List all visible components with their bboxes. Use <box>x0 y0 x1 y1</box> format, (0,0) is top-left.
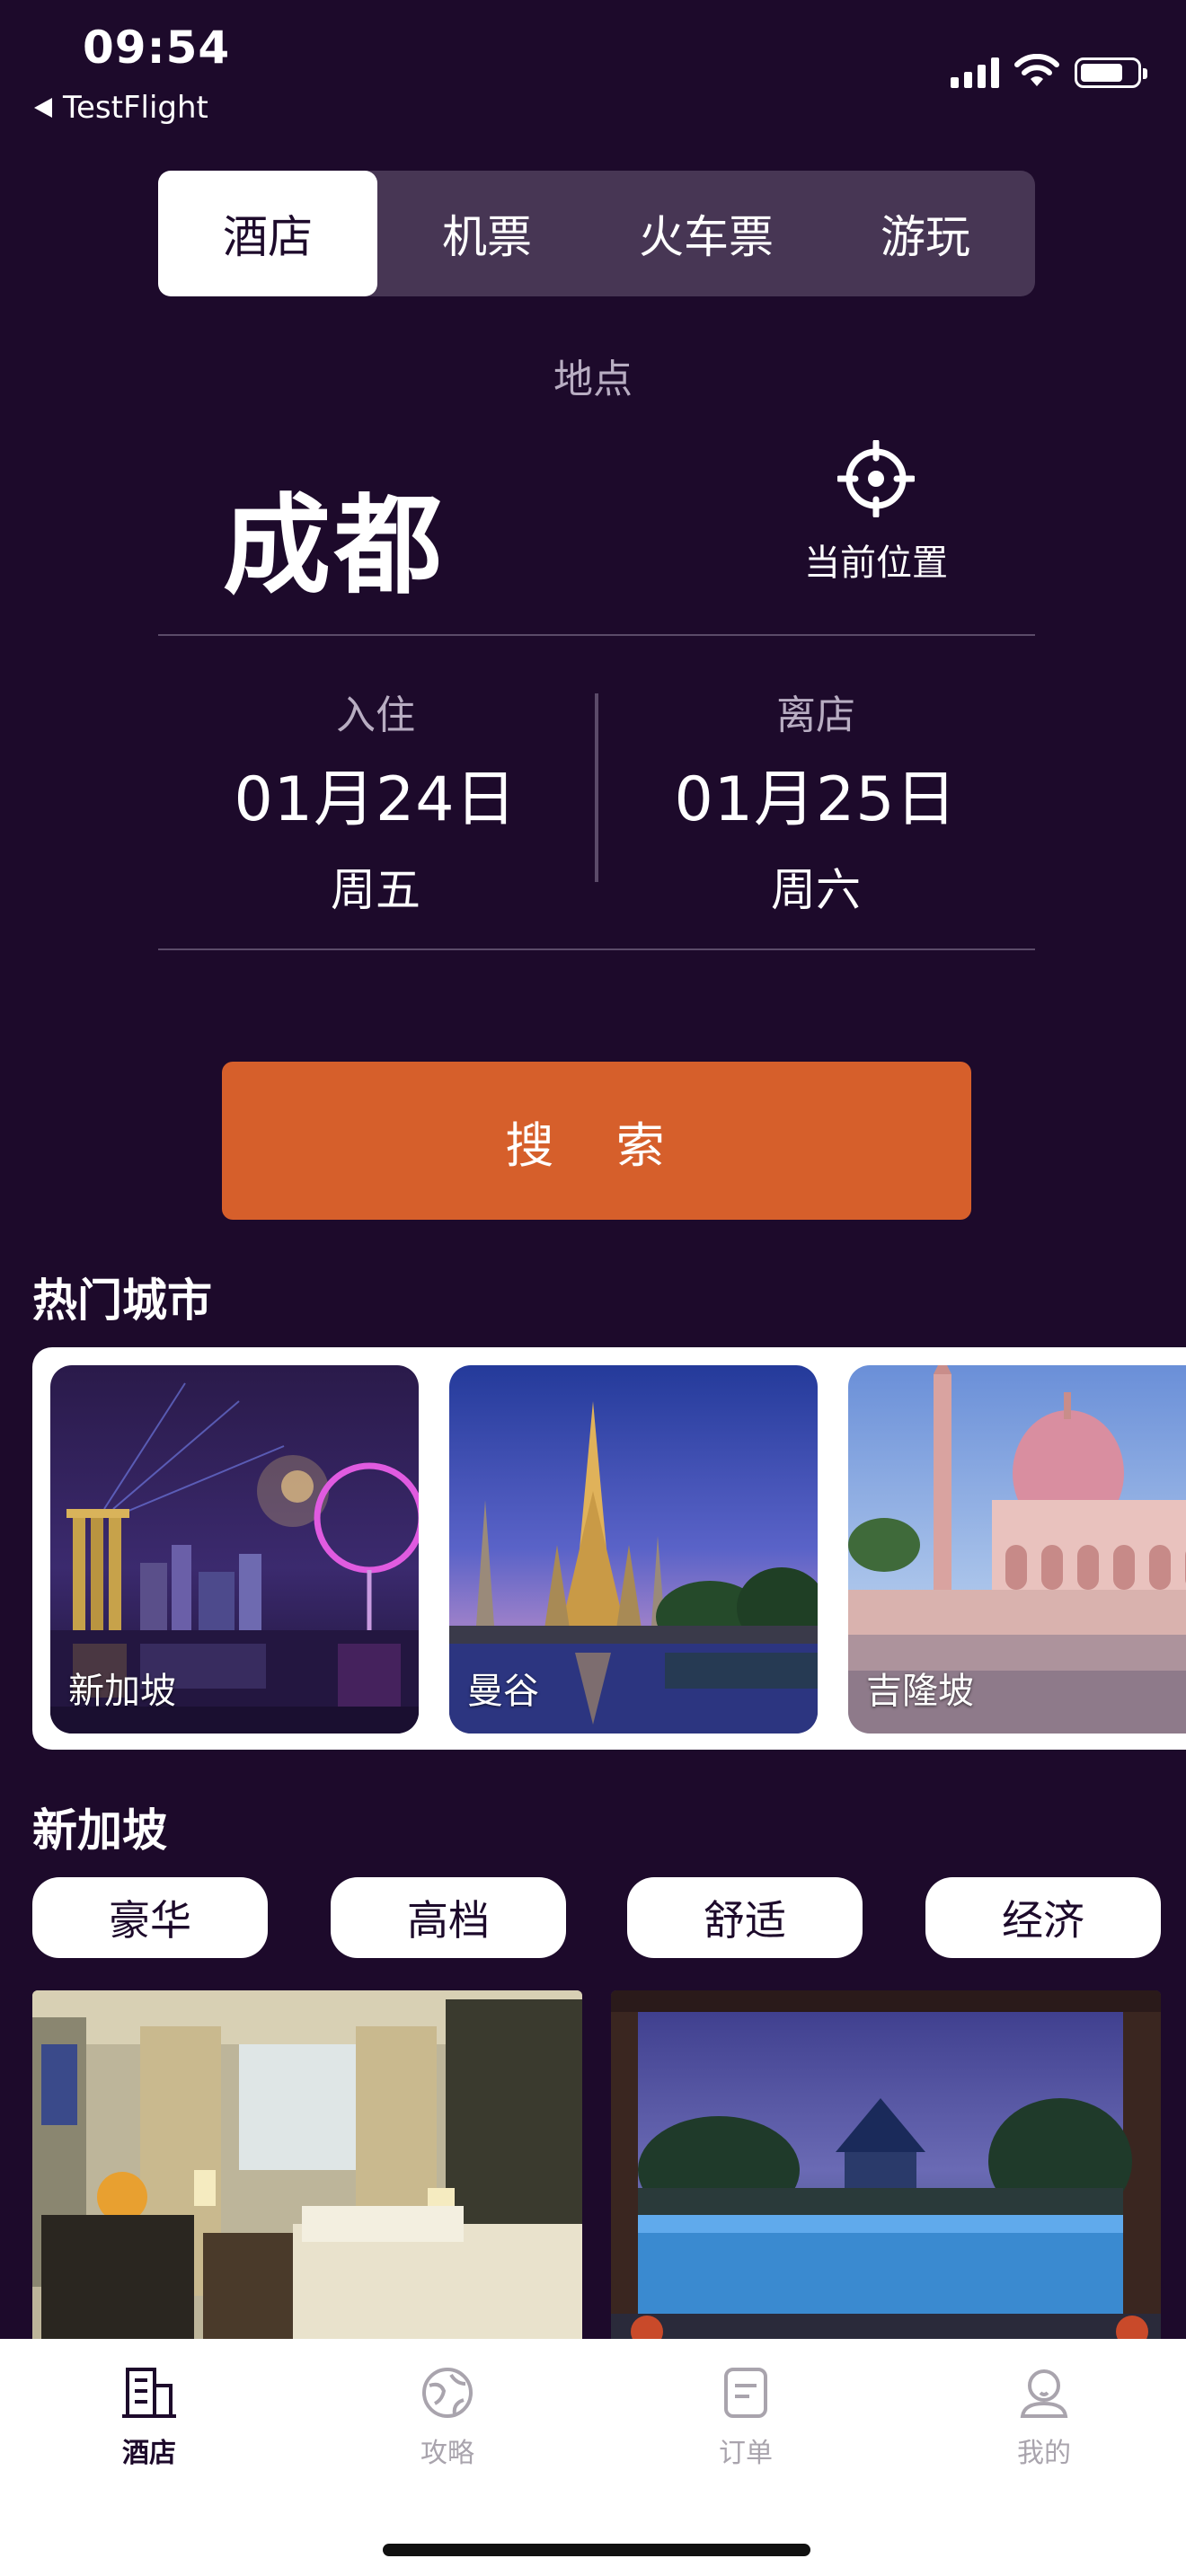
category-comfort-button[interactable]: 舒适 <box>627 1877 863 1958</box>
category-tabs: 酒店 机票 火车票 游玩 <box>158 171 1035 296</box>
battery-icon <box>1075 57 1147 88</box>
back-label: TestFlight <box>63 90 208 126</box>
tab-tours[interactable]: 游玩 <box>816 171 1035 296</box>
tab-train-tickets[interactable]: 火车票 <box>597 171 816 296</box>
category-luxury-button[interactable]: 豪华 <box>32 1877 268 1958</box>
tab-hotel[interactable]: 酒店 <box>158 171 377 296</box>
date-separator <box>595 693 598 882</box>
current-location-label: 当前位置 <box>804 543 948 584</box>
tabbar-label: 订单 <box>719 2438 773 2469</box>
checkin-weekday: 周五 <box>331 864 420 916</box>
checkout-weekday: 周六 <box>771 864 861 916</box>
city-name: 曼谷 <box>467 1671 539 1712</box>
tabbar-item-profile[interactable]: 我的 <box>954 2364 1134 2470</box>
back-to-testflight[interactable]: TestFlight <box>34 90 208 126</box>
selected-city[interactable]: 成都 <box>223 458 446 614</box>
divider <box>158 634 1035 636</box>
hotel-card[interactable] <box>611 1990 1161 2350</box>
checkout-date: 01月25日 <box>674 764 958 835</box>
city-card-bangkok[interactable]: 曼谷 <box>449 1365 818 1734</box>
globe-icon <box>422 2368 473 2418</box>
tabbar-label: 我的 <box>1017 2438 1071 2469</box>
divider <box>158 948 1035 950</box>
hot-cities-carousel[interactable]: 新加坡 曼谷 吉隆坡 <box>32 1347 1186 1750</box>
person-icon <box>1020 2369 1068 2418</box>
location-label: 地点 <box>553 357 633 402</box>
tabbar-label: 攻略 <box>420 2438 474 2469</box>
tabbar-item-hotel[interactable]: 酒店 <box>59 2364 239 2470</box>
hotel-pool-photo <box>611 1990 1161 2350</box>
tabbar-item-orders[interactable]: 订单 <box>656 2364 836 2470</box>
building-icon <box>122 2368 176 2418</box>
status-time: 09:54 <box>83 22 231 74</box>
checkin-label: 入住 <box>336 693 415 738</box>
back-arrow-icon <box>34 98 52 118</box>
wifi-icon <box>1014 54 1059 86</box>
city-name: 新加坡 <box>68 1671 176 1712</box>
status-bar: 09:54 TestFlight <box>0 0 1186 144</box>
city-name: 吉隆坡 <box>866 1671 974 1712</box>
search-button[interactable]: 搜 索 <box>222 1062 971 1220</box>
cellular-signal-icon <box>951 56 999 88</box>
tabbar-item-guides[interactable]: 攻略 <box>358 2364 537 2470</box>
hotel-card[interactable] <box>32 1990 582 2350</box>
status-icons <box>951 54 1147 88</box>
hotel-room-photo <box>32 1990 582 2350</box>
tab-flights[interactable]: 机票 <box>377 171 597 296</box>
hot-cities-title: 热门城市 <box>32 1275 212 1327</box>
city-card-singapore[interactable]: 新加坡 <box>50 1365 419 1734</box>
locate-crosshair-icon <box>836 438 916 519</box>
category-economy-button[interactable]: 经济 <box>925 1877 1161 1958</box>
checkout-date-picker[interactable]: 离店 01月25日 周六 <box>636 683 996 919</box>
tabbar-label: 酒店 <box>122 2438 176 2469</box>
battery-level <box>1081 64 1123 82</box>
home-indicator <box>383 2544 810 2556</box>
bottom-tab-bar: 酒店 攻略 订单 我的 <box>0 2339 1186 2576</box>
city-section-title: 新加坡 <box>32 1804 167 1857</box>
order-list-icon <box>724 2368 767 2418</box>
checkout-label: 离店 <box>776 693 855 738</box>
checkin-date-picker[interactable]: 入住 01月24日 周五 <box>196 683 555 919</box>
category-upscale-button[interactable]: 高档 <box>331 1877 566 1958</box>
current-location-button[interactable]: 当前位置 <box>791 438 961 586</box>
checkin-date: 01月24日 <box>234 764 518 835</box>
city-card-kuala-lumpur[interactable]: 吉隆坡 <box>848 1365 1186 1734</box>
